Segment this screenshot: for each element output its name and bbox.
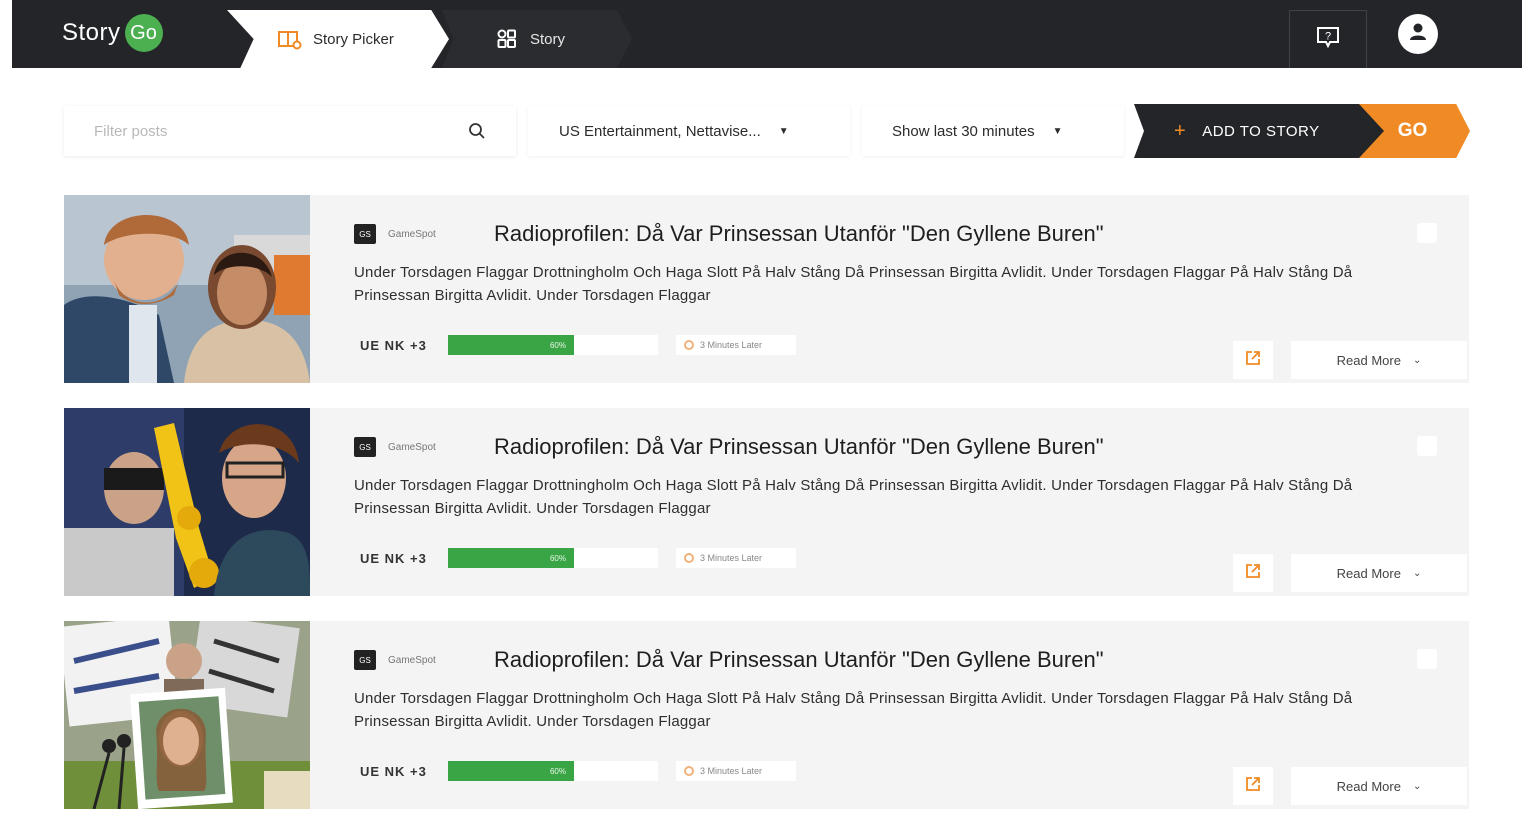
- source-name: GameSpot: [388, 228, 436, 240]
- time-range-value: Show last 30 minutes: [892, 122, 1035, 140]
- select-checkbox[interactable]: [1417, 649, 1437, 669]
- source-name: GameSpot: [388, 441, 436, 453]
- add-to-story-label: ADD TO STORY: [1202, 122, 1320, 140]
- story-header: GS GameSpot Radioprofilen: Då Var Prinse…: [354, 647, 1104, 673]
- search-icon[interactable]: [468, 122, 486, 145]
- story-card[interactable]: GS GameSpot Radioprofilen: Då Var Prinse…: [64, 621, 1469, 809]
- filter-posts-field[interactable]: [64, 106, 516, 156]
- story-title[interactable]: Radioprofilen: Då Var Prinsessan Utanför…: [494, 221, 1104, 247]
- time-label: 3 Minutes Later: [700, 553, 763, 563]
- logo-text: Story: [62, 19, 121, 46]
- read-more-button[interactable]: Read More ⌄: [1291, 554, 1467, 592]
- caret-down-icon: ▼: [778, 125, 789, 137]
- external-link-icon: [1245, 776, 1261, 797]
- progress-fill: 60%: [448, 761, 574, 781]
- time-label: 3 Minutes Later: [700, 766, 763, 776]
- story-card-body: GS GameSpot Radioprofilen: Då Var Prinse…: [354, 408, 1469, 596]
- read-more-label: Read More: [1336, 565, 1401, 581]
- progress-fill: 60%: [448, 335, 574, 355]
- caret-down-icon: ▼: [1052, 125, 1063, 137]
- help-icon: ?: [1316, 26, 1340, 53]
- source-name: GameSpot: [388, 654, 436, 666]
- time-badge: 3 Minutes Later: [676, 761, 796, 781]
- story-summary: Under Torsdagen Flaggar Drottningholm Oc…: [354, 264, 1353, 304]
- go-label: GO: [1397, 120, 1428, 141]
- clock-icon: [684, 340, 694, 350]
- story-meta: UE NK +3 60% 3 Minutes Later: [354, 761, 796, 781]
- clock-icon: [684, 766, 694, 776]
- select-checkbox[interactable]: [1417, 223, 1437, 243]
- time-range-select[interactable]: Show last 30 minutes ▼: [862, 106, 1124, 156]
- story-header: GS GameSpot Radioprofilen: Då Var Prinse…: [354, 434, 1104, 460]
- story-summary: Under Torsdagen Flaggar Drottningholm Oc…: [354, 477, 1353, 517]
- user-avatar[interactable]: [1398, 14, 1438, 54]
- progress-label: 60%: [549, 766, 566, 776]
- progress-label: 60%: [549, 553, 566, 563]
- story-card[interactable]: GS GameSpot Radioprofilen: Då Var Prinse…: [64, 408, 1469, 596]
- add-to-story-button[interactable]: + ADD TO STORY: [1134, 104, 1384, 158]
- story-card-body: GS GameSpot Radioprofilen: Då Var Prinse…: [354, 621, 1469, 809]
- relevance-progress: 60%: [448, 335, 658, 355]
- tab-story[interactable]: Story: [442, 10, 632, 68]
- relevance-progress: 60%: [448, 761, 658, 781]
- tab-story-picker[interactable]: Story Picker: [227, 10, 449, 68]
- grid-icon: [494, 28, 520, 50]
- time-badge: 3 Minutes Later: [676, 335, 796, 355]
- external-link-icon: [1245, 563, 1261, 584]
- external-link-icon: [1245, 350, 1261, 371]
- read-more-button[interactable]: Read More ⌄: [1291, 341, 1467, 379]
- story-meta: UE NK +3 60% 3 Minutes Later: [354, 548, 796, 568]
- chevron-down-icon: ⌄: [1412, 567, 1422, 579]
- read-more-label: Read More: [1336, 352, 1401, 368]
- user-icon: [1407, 21, 1429, 48]
- region-tags: UE NK +3: [360, 337, 427, 353]
- svg-text:?: ?: [1325, 31, 1331, 43]
- clock-icon: [684, 553, 694, 563]
- plus-icon: +: [1174, 119, 1187, 142]
- source-select-value: US Entertainment, Nettavise...: [559, 122, 761, 140]
- story-card[interactable]: GS GameSpot Radioprofilen: Då Var Prinse…: [64, 195, 1469, 383]
- story-summary: Under Torsdagen Flaggar Drottningholm Oc…: [354, 690, 1353, 730]
- source-logo: GS: [354, 650, 376, 670]
- open-external-button[interactable]: [1233, 554, 1273, 592]
- progress-label: 60%: [549, 340, 566, 350]
- read-more-label: Read More: [1336, 778, 1401, 794]
- chevron-down-icon: ⌄: [1412, 354, 1422, 366]
- book-open-icon: [277, 28, 303, 50]
- chevron-down-icon: ⌄: [1412, 780, 1422, 792]
- tab-label: Story: [530, 30, 566, 48]
- progress-fill: 60%: [448, 548, 574, 568]
- story-thumbnail: [64, 195, 310, 383]
- story-title[interactable]: Radioprofilen: Då Var Prinsessan Utanför…: [494, 647, 1104, 673]
- story-thumbnail: [64, 408, 310, 596]
- open-external-button[interactable]: [1233, 767, 1273, 805]
- story-title[interactable]: Radioprofilen: Då Var Prinsessan Utanför…: [494, 434, 1104, 460]
- search-input[interactable]: [94, 122, 454, 140]
- logo-badge: Go: [124, 14, 163, 52]
- top-nav-bar: Story Go Story Picker Story ?: [12, 0, 1522, 68]
- region-tags: UE NK +3: [360, 550, 427, 566]
- story-meta: UE NK +3 60% 3 Minutes Later: [354, 335, 796, 355]
- app-logo[interactable]: Story Go: [62, 14, 163, 52]
- help-button[interactable]: ?: [1289, 10, 1367, 68]
- select-checkbox[interactable]: [1417, 436, 1437, 456]
- story-card-body: GS GameSpot Radioprofilen: Då Var Prinse…: [354, 195, 1469, 383]
- time-badge: 3 Minutes Later: [676, 548, 796, 568]
- source-logo: GS: [354, 437, 376, 457]
- story-header: GS GameSpot Radioprofilen: Då Var Prinse…: [354, 221, 1104, 247]
- relevance-progress: 60%: [448, 548, 658, 568]
- read-more-button[interactable]: Read More ⌄: [1291, 767, 1467, 805]
- source-logo: GS: [354, 224, 376, 244]
- open-external-button[interactable]: [1233, 341, 1273, 379]
- time-label: 3 Minutes Later: [700, 340, 763, 350]
- story-thumbnail: [64, 621, 310, 809]
- source-select[interactable]: US Entertainment, Nettavise... ▼: [528, 106, 850, 156]
- region-tags: UE NK +3: [360, 763, 427, 779]
- tab-label: Story Picker: [313, 30, 394, 48]
